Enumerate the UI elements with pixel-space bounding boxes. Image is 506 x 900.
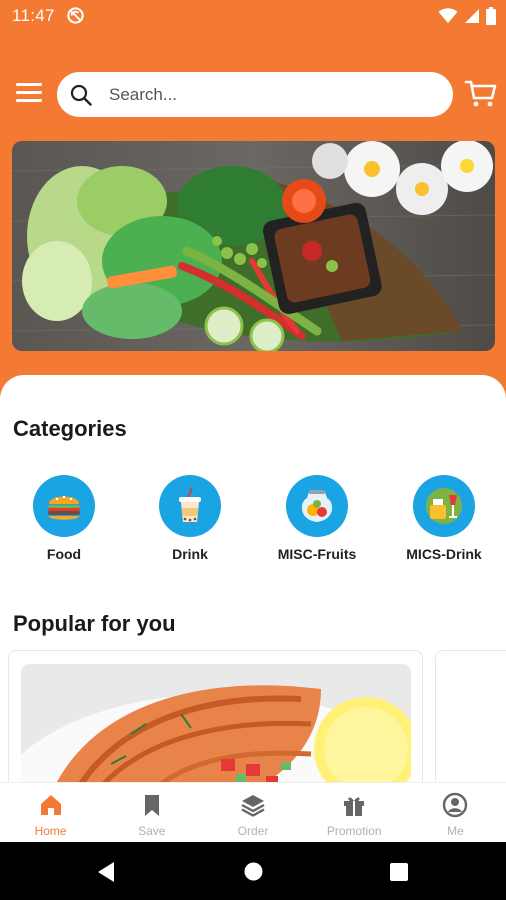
system-navigation-bar — [0, 842, 506, 900]
category-label: Drink — [172, 546, 208, 562]
search-icon — [70, 84, 92, 106]
home-icon — [40, 795, 61, 815]
drinks-icon — [426, 488, 462, 524]
category-label: MISC-Fruits — [277, 546, 357, 562]
burger-icon — [48, 495, 80, 520]
category-drink[interactable]: Drink — [130, 475, 250, 562]
fruit-bowl-icon — [301, 490, 333, 522]
nav-label: Home — [34, 824, 67, 838]
bottom-navigation: Home Save Order Promotion Me — [0, 782, 506, 842]
bookmark-icon — [144, 795, 159, 816]
signal-icon — [465, 9, 479, 23]
category-food[interactable]: Food — [4, 475, 124, 562]
banner-image — [12, 141, 495, 351]
nav-label: Save — [138, 824, 166, 838]
gift-icon — [344, 797, 365, 816]
category-label: Food — [46, 546, 82, 562]
wifi-icon — [438, 8, 458, 23]
search-placeholder: Search... — [109, 84, 178, 104]
layers-icon — [241, 795, 265, 817]
category-mics-drink[interactable]: MICS-Drink — [384, 475, 504, 562]
nav-promotion[interactable]: Promotion — [304, 783, 405, 842]
recents-icon[interactable] — [390, 863, 408, 881]
back-icon[interactable] — [96, 861, 116, 883]
menu-button[interactable] — [16, 83, 42, 105]
promo-banner[interactable] — [12, 141, 495, 351]
status-bar: 11:47 — [0, 0, 506, 34]
home-circle-icon[interactable] — [244, 862, 263, 881]
popular-title: Popular for you — [13, 611, 176, 636]
popular-item-image — [21, 664, 411, 799]
nav-me[interactable]: Me — [405, 783, 506, 842]
popular-item-card[interactable] — [8, 650, 423, 800]
search-input[interactable]: Search... — [57, 72, 453, 117]
category-misc-fruits[interactable]: MISC-Fruits — [257, 475, 377, 562]
nav-order[interactable]: Order — [202, 783, 303, 842]
drink-cup-icon — [179, 487, 201, 522]
nav-label: Promotion — [326, 824, 382, 838]
category-label: MICS-Drink — [406, 546, 482, 562]
cart-icon[interactable] — [464, 76, 498, 110]
status-time: 11:47 — [12, 6, 55, 25]
nav-save[interactable]: Save — [101, 783, 202, 842]
nav-home[interactable]: Home — [0, 783, 101, 842]
profile-icon — [443, 792, 468, 818]
popular-item-card[interactable] — [435, 650, 506, 800]
categories-title: Categories — [13, 416, 127, 441]
nav-label: Me — [447, 824, 464, 838]
sync-off-icon — [67, 7, 84, 24]
nav-label: Order — [237, 824, 269, 838]
battery-icon — [486, 7, 496, 25]
